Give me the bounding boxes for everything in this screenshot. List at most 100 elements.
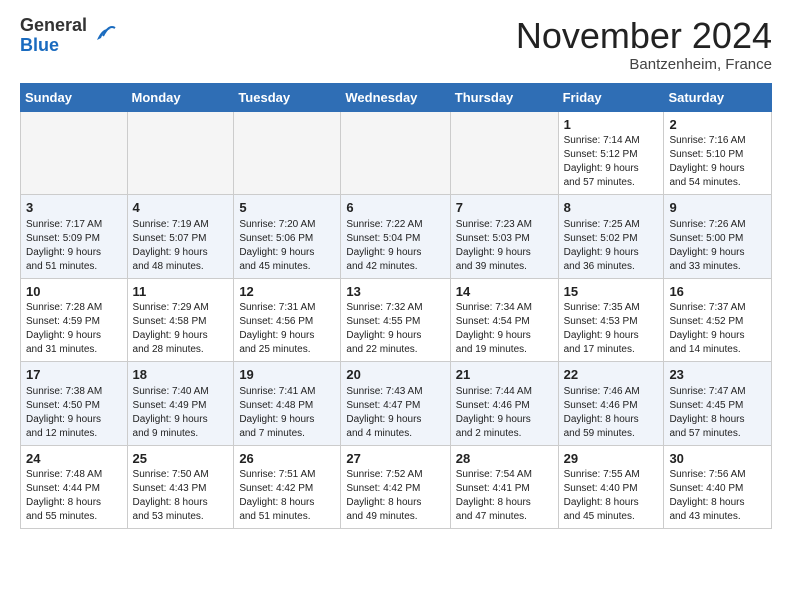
day-number: 29 bbox=[564, 450, 659, 468]
day-info: Sunrise: 7:31 AM Sunset: 4:56 PM Dayligh… bbox=[239, 301, 335, 357]
day-number: 10 bbox=[26, 283, 122, 301]
day-info: Sunrise: 7:20 AM Sunset: 5:06 PM Dayligh… bbox=[239, 218, 335, 274]
day-number: 28 bbox=[456, 450, 553, 468]
calendar-day-15: 15Sunrise: 7:35 AM Sunset: 4:53 PM Dayli… bbox=[558, 278, 664, 362]
calendar-day-23: 23Sunrise: 7:47 AM Sunset: 4:45 PM Dayli… bbox=[664, 362, 772, 446]
logo-icon bbox=[89, 20, 117, 48]
day-info: Sunrise: 7:38 AM Sunset: 4:50 PM Dayligh… bbox=[26, 385, 122, 441]
calendar-day-17: 17Sunrise: 7:38 AM Sunset: 4:50 PM Dayli… bbox=[21, 362, 128, 446]
logo: General Blue bbox=[20, 16, 117, 56]
day-number: 6 bbox=[346, 199, 444, 217]
day-number: 27 bbox=[346, 450, 444, 468]
day-number: 26 bbox=[239, 450, 335, 468]
day-number: 23 bbox=[669, 366, 766, 384]
day-number: 3 bbox=[26, 199, 122, 217]
day-number: 19 bbox=[239, 366, 335, 384]
day-number: 8 bbox=[564, 199, 659, 217]
day-info: Sunrise: 7:32 AM Sunset: 4:55 PM Dayligh… bbox=[346, 301, 444, 357]
calendar-day-18: 18Sunrise: 7:40 AM Sunset: 4:49 PM Dayli… bbox=[127, 362, 234, 446]
calendar-header-row: SundayMondayTuesdayWednesdayThursdayFrid… bbox=[21, 83, 772, 111]
day-number: 20 bbox=[346, 366, 444, 384]
calendar-day-29: 29Sunrise: 7:55 AM Sunset: 4:40 PM Dayli… bbox=[558, 445, 664, 529]
day-info: Sunrise: 7:54 AM Sunset: 4:41 PM Dayligh… bbox=[456, 468, 553, 524]
day-info: Sunrise: 7:14 AM Sunset: 5:12 PM Dayligh… bbox=[564, 134, 659, 190]
calendar-day-2: 2Sunrise: 7:16 AM Sunset: 5:10 PM Daylig… bbox=[664, 111, 772, 195]
day-info: Sunrise: 7:23 AM Sunset: 5:03 PM Dayligh… bbox=[456, 218, 553, 274]
day-info: Sunrise: 7:37 AM Sunset: 4:52 PM Dayligh… bbox=[669, 301, 766, 357]
day-number: 22 bbox=[564, 366, 659, 384]
calendar-day-12: 12Sunrise: 7:31 AM Sunset: 4:56 PM Dayli… bbox=[234, 278, 341, 362]
weekday-header-wednesday: Wednesday bbox=[341, 83, 450, 111]
day-number: 16 bbox=[669, 283, 766, 301]
calendar-week-row: 24Sunrise: 7:48 AM Sunset: 4:44 PM Dayli… bbox=[21, 445, 772, 529]
day-info: Sunrise: 7:26 AM Sunset: 5:00 PM Dayligh… bbox=[669, 218, 766, 274]
calendar-day-16: 16Sunrise: 7:37 AM Sunset: 4:52 PM Dayli… bbox=[664, 278, 772, 362]
calendar-day-7: 7Sunrise: 7:23 AM Sunset: 5:03 PM Daylig… bbox=[450, 195, 558, 279]
calendar-day-20: 20Sunrise: 7:43 AM Sunset: 4:47 PM Dayli… bbox=[341, 362, 450, 446]
calendar-day-21: 21Sunrise: 7:44 AM Sunset: 4:46 PM Dayli… bbox=[450, 362, 558, 446]
calendar-table: SundayMondayTuesdayWednesdayThursdayFrid… bbox=[20, 83, 772, 530]
day-number: 18 bbox=[133, 366, 229, 384]
day-number: 15 bbox=[564, 283, 659, 301]
day-number: 13 bbox=[346, 283, 444, 301]
calendar-day-19: 19Sunrise: 7:41 AM Sunset: 4:48 PM Dayli… bbox=[234, 362, 341, 446]
calendar-day-6: 6Sunrise: 7:22 AM Sunset: 5:04 PM Daylig… bbox=[341, 195, 450, 279]
day-info: Sunrise: 7:50 AM Sunset: 4:43 PM Dayligh… bbox=[133, 468, 229, 524]
weekday-header-tuesday: Tuesday bbox=[234, 83, 341, 111]
day-number: 2 bbox=[669, 116, 766, 134]
calendar-day-1: 1Sunrise: 7:14 AM Sunset: 5:12 PM Daylig… bbox=[558, 111, 664, 195]
day-info: Sunrise: 7:44 AM Sunset: 4:46 PM Dayligh… bbox=[456, 385, 553, 441]
calendar-week-row: 3Sunrise: 7:17 AM Sunset: 5:09 PM Daylig… bbox=[21, 195, 772, 279]
calendar-day-4: 4Sunrise: 7:19 AM Sunset: 5:07 PM Daylig… bbox=[127, 195, 234, 279]
calendar-day-28: 28Sunrise: 7:54 AM Sunset: 4:41 PM Dayli… bbox=[450, 445, 558, 529]
day-info: Sunrise: 7:16 AM Sunset: 5:10 PM Dayligh… bbox=[669, 134, 766, 190]
calendar-day-empty bbox=[234, 111, 341, 195]
day-number: 1 bbox=[564, 116, 659, 134]
calendar-day-13: 13Sunrise: 7:32 AM Sunset: 4:55 PM Dayli… bbox=[341, 278, 450, 362]
day-info: Sunrise: 7:56 AM Sunset: 4:40 PM Dayligh… bbox=[669, 468, 766, 524]
weekday-header-thursday: Thursday bbox=[450, 83, 558, 111]
weekday-header-monday: Monday bbox=[127, 83, 234, 111]
weekday-header-friday: Friday bbox=[558, 83, 664, 111]
calendar-day-11: 11Sunrise: 7:29 AM Sunset: 4:58 PM Dayli… bbox=[127, 278, 234, 362]
calendar-day-3: 3Sunrise: 7:17 AM Sunset: 5:09 PM Daylig… bbox=[21, 195, 128, 279]
day-info: Sunrise: 7:41 AM Sunset: 4:48 PM Dayligh… bbox=[239, 385, 335, 441]
day-info: Sunrise: 7:43 AM Sunset: 4:47 PM Dayligh… bbox=[346, 385, 444, 441]
day-info: Sunrise: 7:25 AM Sunset: 5:02 PM Dayligh… bbox=[564, 218, 659, 274]
calendar-day-empty bbox=[21, 111, 128, 195]
day-number: 9 bbox=[669, 199, 766, 217]
day-number: 4 bbox=[133, 199, 229, 217]
logo-general: General bbox=[20, 15, 87, 35]
title-block: November 2024 Bantzenheim, France bbox=[516, 16, 772, 73]
logo-blue: Blue bbox=[20, 35, 59, 55]
day-number: 24 bbox=[26, 450, 122, 468]
day-number: 30 bbox=[669, 450, 766, 468]
calendar-day-empty bbox=[450, 111, 558, 195]
day-info: Sunrise: 7:47 AM Sunset: 4:45 PM Dayligh… bbox=[669, 385, 766, 441]
day-info: Sunrise: 7:29 AM Sunset: 4:58 PM Dayligh… bbox=[133, 301, 229, 357]
day-number: 5 bbox=[239, 199, 335, 217]
calendar-day-empty bbox=[127, 111, 234, 195]
day-number: 12 bbox=[239, 283, 335, 301]
day-info: Sunrise: 7:51 AM Sunset: 4:42 PM Dayligh… bbox=[239, 468, 335, 524]
calendar-day-14: 14Sunrise: 7:34 AM Sunset: 4:54 PM Dayli… bbox=[450, 278, 558, 362]
location: Bantzenheim, France bbox=[516, 56, 772, 73]
day-info: Sunrise: 7:55 AM Sunset: 4:40 PM Dayligh… bbox=[564, 468, 659, 524]
day-number: 11 bbox=[133, 283, 229, 301]
day-number: 14 bbox=[456, 283, 553, 301]
weekday-header-sunday: Sunday bbox=[21, 83, 128, 111]
day-number: 21 bbox=[456, 366, 553, 384]
calendar-day-26: 26Sunrise: 7:51 AM Sunset: 4:42 PM Dayli… bbox=[234, 445, 341, 529]
day-info: Sunrise: 7:40 AM Sunset: 4:49 PM Dayligh… bbox=[133, 385, 229, 441]
header: General Blue November 2024 Bantzenheim, … bbox=[20, 16, 772, 73]
day-number: 17 bbox=[26, 366, 122, 384]
calendar-day-22: 22Sunrise: 7:46 AM Sunset: 4:46 PM Dayli… bbox=[558, 362, 664, 446]
calendar-day-5: 5Sunrise: 7:20 AM Sunset: 5:06 PM Daylig… bbox=[234, 195, 341, 279]
calendar-day-24: 24Sunrise: 7:48 AM Sunset: 4:44 PM Dayli… bbox=[21, 445, 128, 529]
day-info: Sunrise: 7:28 AM Sunset: 4:59 PM Dayligh… bbox=[26, 301, 122, 357]
page: General Blue November 2024 Bantzenheim, … bbox=[0, 0, 792, 545]
calendar-day-25: 25Sunrise: 7:50 AM Sunset: 4:43 PM Dayli… bbox=[127, 445, 234, 529]
day-info: Sunrise: 7:48 AM Sunset: 4:44 PM Dayligh… bbox=[26, 468, 122, 524]
calendar-day-8: 8Sunrise: 7:25 AM Sunset: 5:02 PM Daylig… bbox=[558, 195, 664, 279]
weekday-header-saturday: Saturday bbox=[664, 83, 772, 111]
